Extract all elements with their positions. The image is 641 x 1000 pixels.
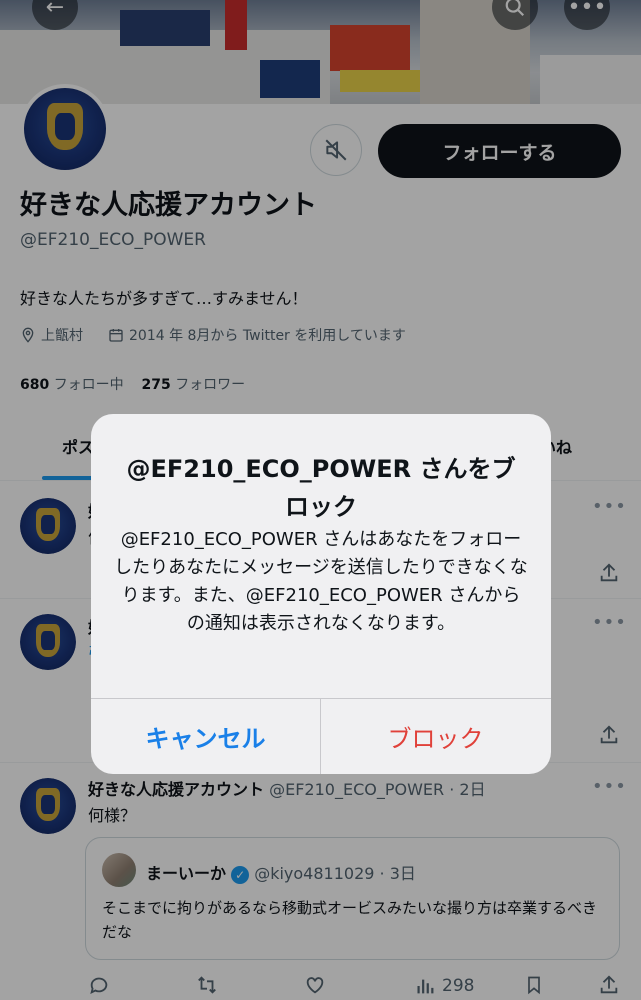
cancel-button[interactable]: キャンセル bbox=[91, 699, 320, 774]
dialog-message: @EF210_ECO_POWER さんはあなたをフォローしたりあなたにメッセージ… bbox=[114, 529, 528, 634]
block-button[interactable]: ブロック bbox=[321, 699, 550, 774]
dialog-title: @EF210_ECO_POWER さんをブロック bbox=[126, 455, 516, 521]
block-confirm-dialog: @EF210_ECO_POWER さんをブロック @EF210_ECO_POWE… bbox=[91, 414, 551, 774]
